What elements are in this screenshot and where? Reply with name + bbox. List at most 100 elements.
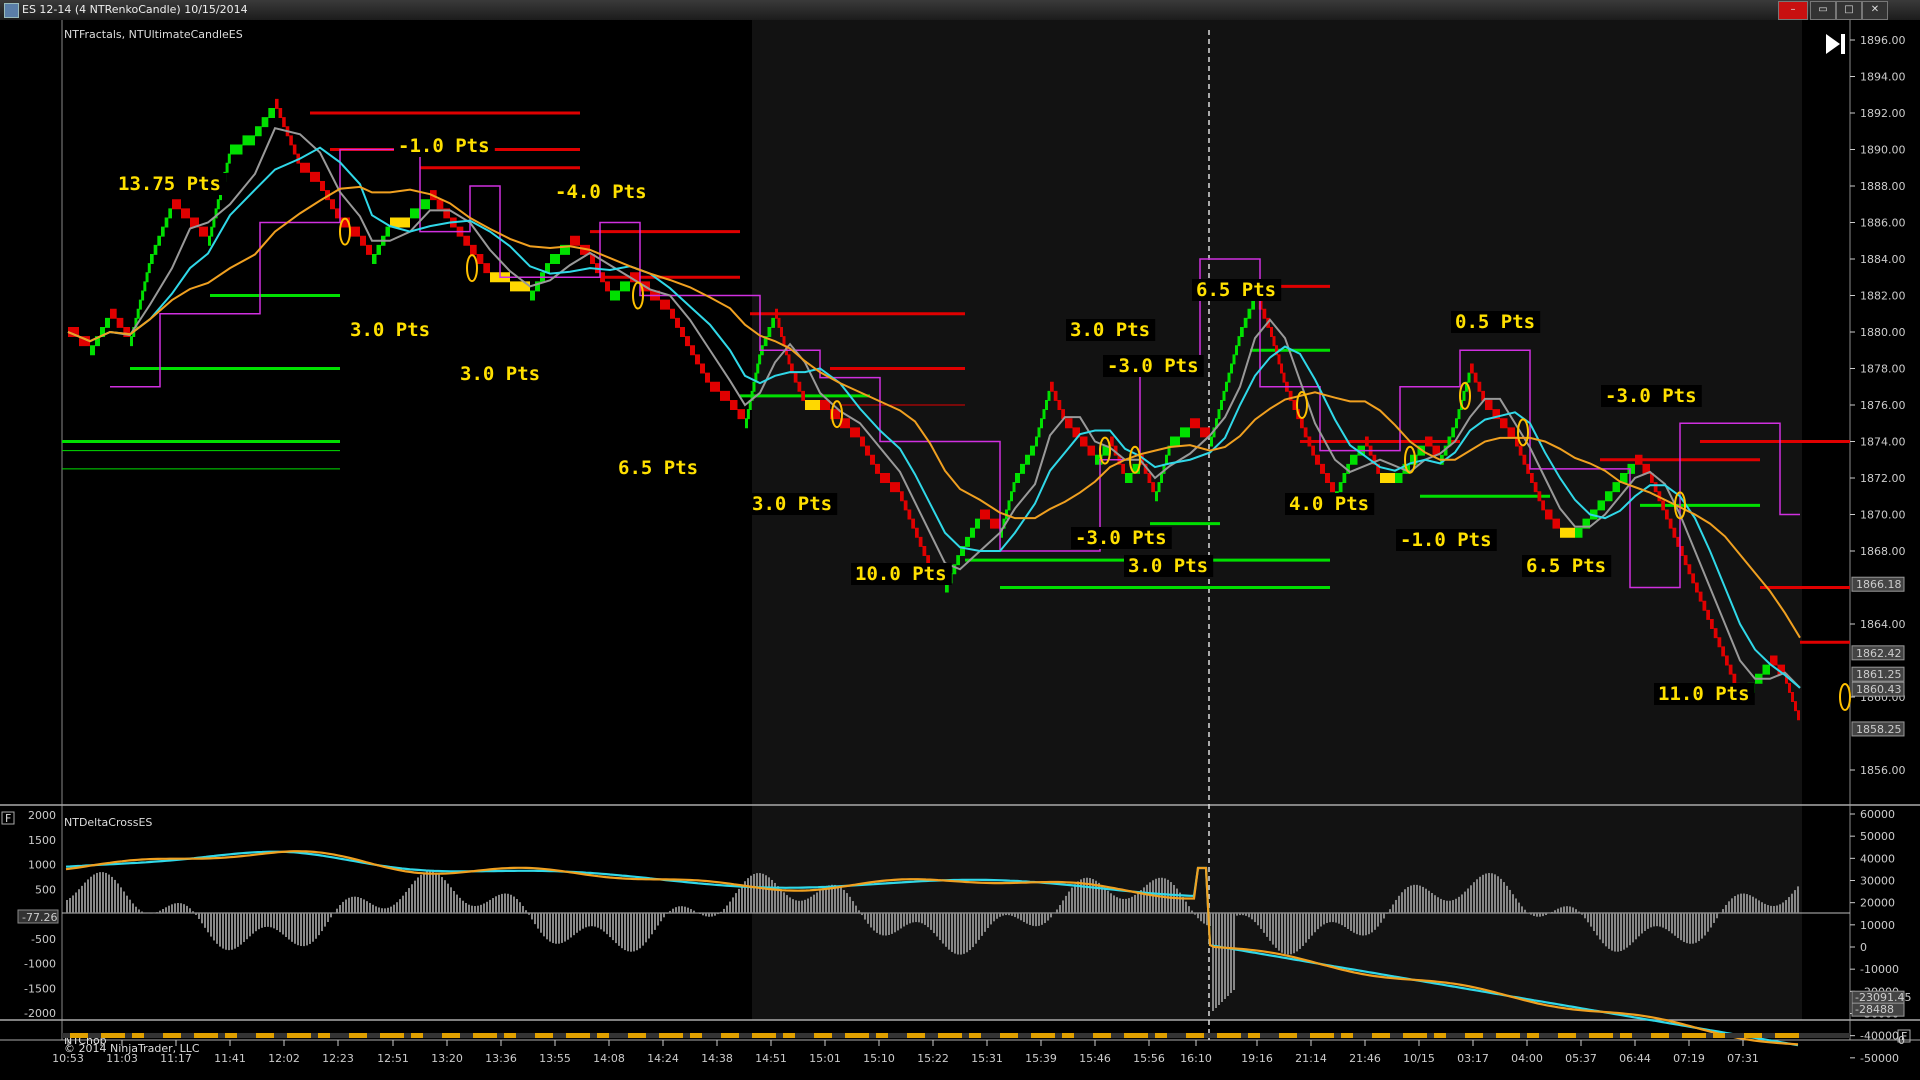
renko-brick: [890, 482, 900, 493]
histogram-bar: [309, 913, 311, 944]
histogram-bar: [183, 904, 185, 913]
time-tick-label: 12:23: [322, 1052, 354, 1065]
renko-brick: [1462, 390, 1466, 401]
renko-brick: [483, 263, 490, 274]
chop-segment: [1000, 1033, 1018, 1038]
renko-brick: [208, 235, 211, 246]
renko-brick: [278, 108, 283, 118]
histogram-bar: [1554, 910, 1556, 913]
histogram-bar: [483, 903, 485, 913]
delta-right-tick-label: 40000: [1860, 852, 1895, 865]
histogram-bar: [909, 913, 911, 924]
renko-brick: [1300, 418, 1304, 429]
renko-brick: [1232, 354, 1236, 365]
renko-brick: [767, 327, 772, 337]
histogram-bar: [591, 913, 593, 927]
maximize-button[interactable]: □: [1836, 1, 1862, 20]
trade-label: 3.0 Pts: [752, 493, 832, 515]
histogram-bar: [534, 913, 536, 925]
panel-toggle[interactable]: F: [5, 812, 11, 825]
renko-brick: [1320, 463, 1325, 474]
delta-left-tick-label: 1000: [28, 859, 56, 872]
histogram-bar: [912, 913, 914, 923]
minimize-button[interactable]: ▭: [1810, 1, 1836, 20]
histogram-bar: [1431, 893, 1433, 913]
renko-brick: [199, 226, 208, 237]
chop-segment: [1217, 1033, 1241, 1038]
histogram-bar: [1239, 913, 1241, 916]
histogram-bar: [141, 911, 143, 913]
renko-brick: [1015, 473, 1020, 483]
histogram-bar: [1245, 913, 1247, 916]
histogram-bar: [1026, 913, 1028, 924]
session-shade: [752, 20, 1802, 1020]
histogram-bar: [588, 913, 590, 927]
renko-brick: [980, 509, 990, 520]
renko-brick: [1717, 637, 1722, 648]
histogram-bar: [903, 913, 905, 927]
histogram-bar: [642, 913, 644, 946]
chart-area[interactable]: NTFractals, NTUltimateCandleES NTDeltaCr…: [0, 20, 1920, 1080]
histogram-bar: [462, 900, 464, 913]
trade-label: -3.0 Pts: [1107, 355, 1199, 377]
time-tick-label: 14:38: [701, 1052, 733, 1065]
chop-segment: [225, 1033, 237, 1038]
histogram-bar: [1449, 900, 1451, 913]
histogram-bar: [1104, 888, 1106, 913]
histogram-bar: [1596, 913, 1598, 936]
histogram-bar: [951, 913, 953, 952]
histogram-bar: [972, 913, 974, 948]
histogram-bar: [240, 913, 242, 945]
renko-brick: [1307, 436, 1312, 447]
time-tick-label: 19:16: [1241, 1052, 1273, 1065]
renko-brick: [1672, 527, 1677, 538]
renko-brick: [1325, 473, 1330, 483]
renko-brick: [227, 153, 231, 164]
histogram-bar: [906, 913, 908, 925]
histogram-bar: [432, 871, 434, 913]
chop-segment: [1093, 1033, 1111, 1038]
histogram-bar: [510, 894, 512, 913]
renko-brick: [1235, 345, 1238, 356]
histogram-bar: [813, 894, 815, 913]
renko-brick: [1522, 454, 1527, 465]
delta-left-tick-label: -2000: [24, 1007, 56, 1020]
histogram-bar: [219, 913, 221, 947]
histogram-bar: [1056, 909, 1058, 913]
histogram-bar: [750, 875, 752, 913]
histogram-bar: [780, 889, 782, 913]
close-button[interactable]: ✕: [1862, 1, 1888, 20]
histogram-bar: [1416, 884, 1418, 913]
histogram-bar: [1734, 896, 1736, 913]
histogram-bar: [1290, 913, 1292, 955]
histogram-bar: [957, 913, 959, 955]
histogram-bar: [252, 913, 254, 934]
renko-brick: [690, 345, 695, 356]
renko-brick: [1530, 473, 1534, 483]
histogram-bar: [627, 913, 629, 952]
chop-segment: [1465, 1033, 1483, 1038]
price-marker-label: 1866.18: [1856, 578, 1902, 591]
histogram-bar: [846, 893, 848, 913]
renko-brick: [758, 354, 762, 365]
histogram-bar: [1398, 895, 1400, 913]
histogram-bar: [1434, 895, 1436, 913]
histogram-bar: [96, 872, 98, 913]
histogram-bar: [1743, 893, 1745, 913]
renko-brick: [420, 199, 430, 210]
histogram-bar: [621, 913, 623, 949]
histogram-bar: [231, 913, 233, 950]
histogram-bar: [1122, 898, 1124, 913]
histogram-bar: [714, 913, 716, 916]
histogram-bar: [849, 896, 851, 913]
price-tick-label: 1868.00: [1860, 545, 1906, 558]
histogram-bar: [1419, 885, 1421, 913]
histogram-bar: [465, 903, 467, 913]
histogram-bar: [918, 913, 920, 923]
renko-brick: [771, 317, 775, 328]
alert-button[interactable]: –: [1778, 1, 1808, 20]
renko-brick: [1455, 418, 1458, 429]
trade-label: -4.0 Pts: [555, 181, 647, 203]
renko-brick: [610, 290, 620, 301]
renko-brick: [136, 308, 140, 319]
